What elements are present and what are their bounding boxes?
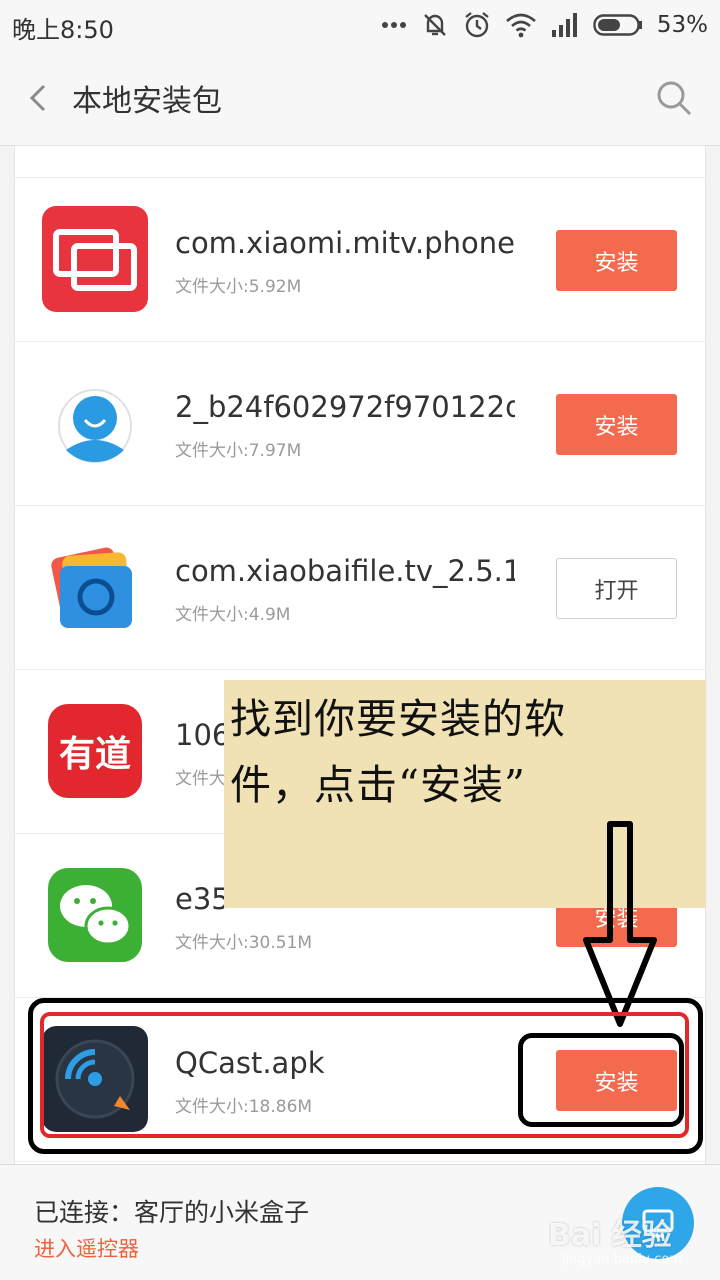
app-size: 文件大小:30.51M xyxy=(175,933,313,953)
app-name: com.xiaomi.mitv.phone. xyxy=(175,226,515,260)
list-item[interactable]: com.xiaobaifile.tv_2.5.1_ 文件大小:4.9M 打开 xyxy=(15,506,705,670)
app-size: 文件大小:4.9M xyxy=(175,605,291,625)
app-name: com.xiaobaifile.tv_2.5.1_ xyxy=(175,554,515,588)
wechat-icon xyxy=(42,862,148,968)
wifi-icon xyxy=(506,13,536,38)
list-item[interactable]: 2_b24f602972f970122d 文件大小:7.97M 安装 xyxy=(15,342,705,506)
more-dots-icon xyxy=(381,22,406,28)
alarm-icon xyxy=(465,12,489,38)
app-size: 文件大小:7.97M xyxy=(175,441,302,461)
app-name: 2_b24f602972f970122d xyxy=(175,390,515,424)
search-icon[interactable] xyxy=(654,78,694,118)
annotation-line-1: 找到你要安装的软 xyxy=(230,695,566,743)
youdao-icon: 有道 xyxy=(42,698,148,804)
list-item-partial xyxy=(15,146,705,178)
mute-bell-icon xyxy=(424,14,446,36)
battery-icon xyxy=(593,14,642,36)
page-title: 本地安装包 xyxy=(72,84,222,119)
annotation-line-2: 件，点击“安装” xyxy=(230,761,526,809)
watermark-url: jingyan.baidu.com xyxy=(562,1252,682,1267)
install-button[interactable]: 安装 xyxy=(556,230,677,291)
highlight-frame-button xyxy=(518,1033,684,1127)
mitv-screen-icon xyxy=(42,206,148,312)
signal-icon xyxy=(551,13,577,37)
status-bar: 晚上8:50 53% xyxy=(0,0,720,50)
install-button[interactable]: 安装 xyxy=(556,394,677,455)
app-size: 文件大 xyxy=(175,769,226,789)
status-icons: 53% xyxy=(381,8,708,42)
connection-status: 已连接：客厅的小米盒子 xyxy=(34,1198,310,1227)
open-button[interactable]: 打开 xyxy=(556,558,677,619)
smiley-avatar-icon xyxy=(42,370,148,476)
svg-text:有道: 有道 xyxy=(59,734,131,775)
battery-percent: 53% xyxy=(656,12,708,38)
remote-control-link[interactable]: 进入遥控器 xyxy=(34,1233,139,1263)
app-size: 文件大小:5.92M xyxy=(175,277,302,297)
title-bar: 本地安装包 xyxy=(0,50,720,146)
back-chevron-icon[interactable] xyxy=(22,80,58,116)
folder-circle-icon xyxy=(42,534,148,640)
status-time: 晚上8:50 xyxy=(12,16,114,44)
watermark-brand: Bai 经验 xyxy=(548,1218,672,1253)
list-item[interactable]: com.xiaomi.mitv.phone. 文件大小:5.92M 安装 xyxy=(15,178,705,342)
